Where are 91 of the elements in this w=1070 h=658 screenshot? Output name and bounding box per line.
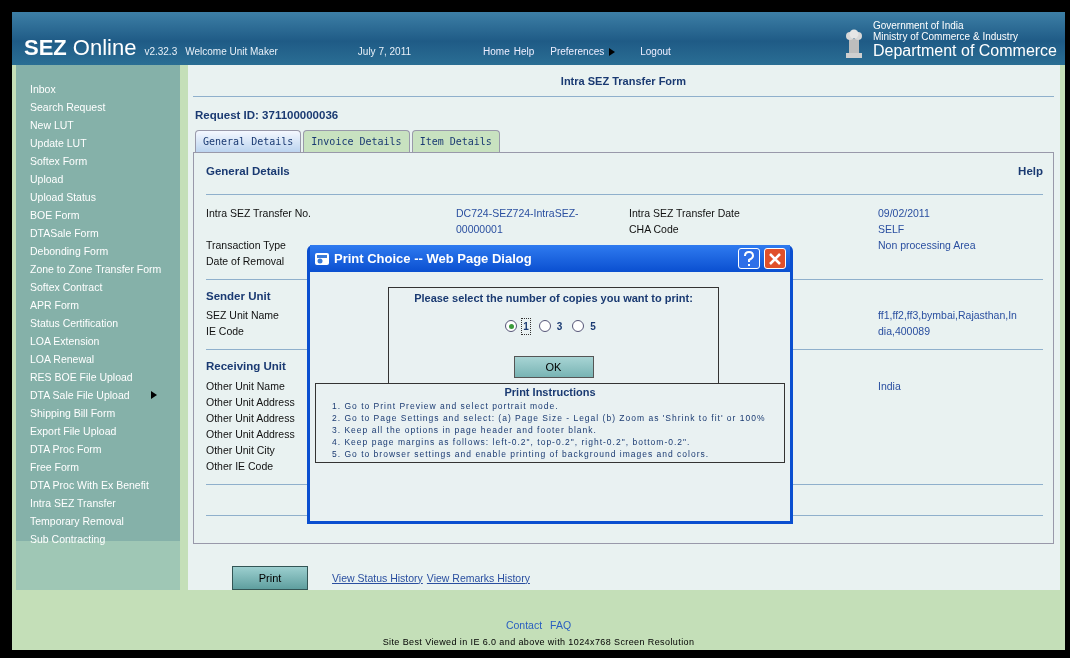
sidebar-item[interactable]: LOA Renewal bbox=[30, 350, 180, 368]
sidebar-item[interactable]: Update LUT bbox=[30, 134, 180, 152]
welcome-text: Welcome Unit Maker bbox=[185, 45, 278, 59]
sidebar-item[interactable]: Search Request bbox=[30, 98, 180, 116]
sidebar-item[interactable]: Softex Form bbox=[30, 152, 180, 170]
section-heading: Sender Unit bbox=[206, 289, 271, 304]
field-label: Other Unit Name bbox=[206, 379, 285, 392]
print-button[interactable]: Print bbox=[232, 565, 308, 590]
sidebar-item[interactable]: LOA Extension bbox=[30, 332, 180, 350]
dialog-title: Print Choice -- Web Page Dialog bbox=[334, 249, 532, 268]
sidebar-item[interactable]: DTA Sale File Upload bbox=[30, 386, 180, 404]
sidebar-item[interactable]: Shipping Bill Form bbox=[30, 404, 180, 422]
request-id: Request ID: 371100000036 bbox=[195, 107, 339, 123]
close-icon bbox=[767, 250, 783, 267]
radio-option[interactable]: 3 bbox=[538, 317, 565, 335]
submenu-arrow-icon bbox=[150, 390, 158, 400]
sidebar-item[interactable]: Temporary Removal bbox=[30, 512, 180, 530]
footer-link[interactable]: FAQ bbox=[550, 619, 572, 631]
close-button[interactable] bbox=[764, 248, 786, 269]
tab[interactable]: Invoice Details bbox=[303, 129, 410, 152]
department-text: Department of Commerce bbox=[872, 42, 1057, 59]
sidebar-item[interactable]: Intra SEZ Transfer bbox=[30, 494, 180, 512]
nav-link[interactable]: Help bbox=[513, 44, 535, 59]
dialog-prompt: Please select the number of copies you want to print: bbox=[413, 291, 694, 306]
field-value: Non processing Area bbox=[878, 239, 976, 251]
radio-option[interactable]: 1 bbox=[505, 317, 531, 335]
field-label: Other Unit Address bbox=[206, 411, 295, 424]
sidebar-item[interactable]: Sub Contracting bbox=[30, 530, 180, 548]
history-link[interactable]: View Remarks History bbox=[426, 571, 530, 584]
sidebar-item[interactable]: Upload Status bbox=[30, 188, 180, 206]
field-label: Intra SEZ Transfer No. bbox=[206, 207, 312, 219]
organization-text: Ministry of Commerce & Industry bbox=[872, 31, 1019, 42]
footer-link[interactable]: Contact bbox=[505, 619, 543, 631]
nav-link[interactable]: Logout bbox=[640, 44, 671, 59]
version-text: v2.32.3 bbox=[144, 45, 178, 59]
sidebar-item[interactable]: Inbox bbox=[30, 80, 180, 98]
date-text: July 7, 2011 bbox=[357, 45, 411, 59]
field-label: IE Code bbox=[206, 325, 244, 338]
field-label: Transaction Type bbox=[206, 239, 286, 251]
sidebar-item[interactable]: DTA Proc Form bbox=[30, 440, 180, 458]
field-value: DC724-SEZ724-IntraSEZ-00000001 bbox=[456, 207, 579, 235]
field-label: Other Unit Address bbox=[206, 395, 295, 408]
field-value: SELF bbox=[878, 223, 905, 235]
nav-link[interactable]: Preferences bbox=[550, 44, 617, 59]
field-value: ff1,ff2,ff3,bymbai,Rajasthan,India,400089 bbox=[878, 309, 1017, 338]
organization-text: Government of India bbox=[872, 20, 965, 31]
submenu-arrow-icon bbox=[608, 46, 617, 57]
instruction-text: 4. Keep page margins as follows: left-0.2", top-0.2", right-0.2", bottom-0.2". bbox=[331, 436, 692, 448]
history-link[interactable]: View Status History bbox=[332, 571, 423, 584]
sidebar-item[interactable]: APR Form bbox=[30, 296, 180, 314]
nav-link[interactable]: Home bbox=[483, 44, 510, 59]
field-label: SEZ Unit Name bbox=[206, 309, 279, 322]
instructions-title: Print Instructions bbox=[503, 386, 597, 398]
field-label: Other IE Code bbox=[206, 459, 274, 472]
sidebar-item[interactable]: BOE Form bbox=[30, 206, 180, 224]
radio-option[interactable]: 5 bbox=[572, 317, 598, 335]
ok-button[interactable]: OK bbox=[513, 355, 594, 378]
sidebar-item[interactable]: Upload bbox=[30, 170, 180, 188]
logo-text: Online bbox=[72, 37, 137, 59]
section-title: General Details bbox=[206, 163, 290, 179]
instruction-text: 5. Go to browser settings and enable printing of background images and colors. bbox=[331, 448, 711, 460]
sidebar-item[interactable]: New LUT bbox=[30, 116, 180, 134]
instruction-text: 2. Go to Page Settings and select: (a) Page Size - Legal (b) Zoom as 'Shrink to fit' or 100% bbox=[331, 412, 767, 424]
tab[interactable]: Item Details bbox=[411, 129, 500, 152]
tab[interactable]: General Details bbox=[195, 129, 302, 152]
sidebar-item[interactable]: DTA Proc With Ex Benefit bbox=[30, 476, 180, 494]
sidebar-item[interactable]: Free Form bbox=[30, 458, 180, 476]
field-label: Other Unit City bbox=[206, 443, 275, 456]
field-value: India bbox=[878, 379, 901, 392]
page-title: Intra SEZ Transfer Form bbox=[193, 67, 1054, 97]
field-value: 09/02/2011 bbox=[878, 207, 930, 219]
logo-text: SEZ bbox=[24, 37, 67, 59]
instruction-text: 1. Go to Print Preview and select portrait mode. bbox=[331, 400, 560, 412]
field-label: Other Unit Address bbox=[206, 427, 295, 440]
help-button[interactable] bbox=[738, 248, 760, 269]
field-label: Date of Removal bbox=[206, 255, 285, 267]
sidebar-item[interactable]: Export File Upload bbox=[30, 422, 180, 440]
sidebar-item[interactable]: Status Certification bbox=[30, 314, 180, 332]
field-label: CHA Code bbox=[629, 223, 679, 235]
sidebar-item[interactable]: Zone to Zone Transfer Form bbox=[30, 260, 180, 278]
sidebar-item[interactable]: DTASale Form bbox=[30, 224, 180, 242]
section-heading: Receiving Unit bbox=[206, 359, 286, 375]
field-label: Intra SEZ Transfer Date bbox=[629, 207, 740, 219]
sidebar-item[interactable]: RES BOE File Upload bbox=[30, 368, 180, 386]
sidebar-item[interactable]: Softex Contract bbox=[30, 278, 180, 296]
help-link[interactable]: Help bbox=[1018, 162, 1043, 180]
help-icon bbox=[741, 250, 757, 267]
page-icon bbox=[314, 250, 330, 267]
sidebar-item[interactable]: Debonding Form bbox=[30, 242, 180, 260]
instruction-text: 3. Keep all the options in page header and footer blank. bbox=[331, 424, 598, 436]
footer-note: Site Best Viewed in IE 6.0 and above with 1024x768 Screen Resolution bbox=[382, 635, 695, 649]
